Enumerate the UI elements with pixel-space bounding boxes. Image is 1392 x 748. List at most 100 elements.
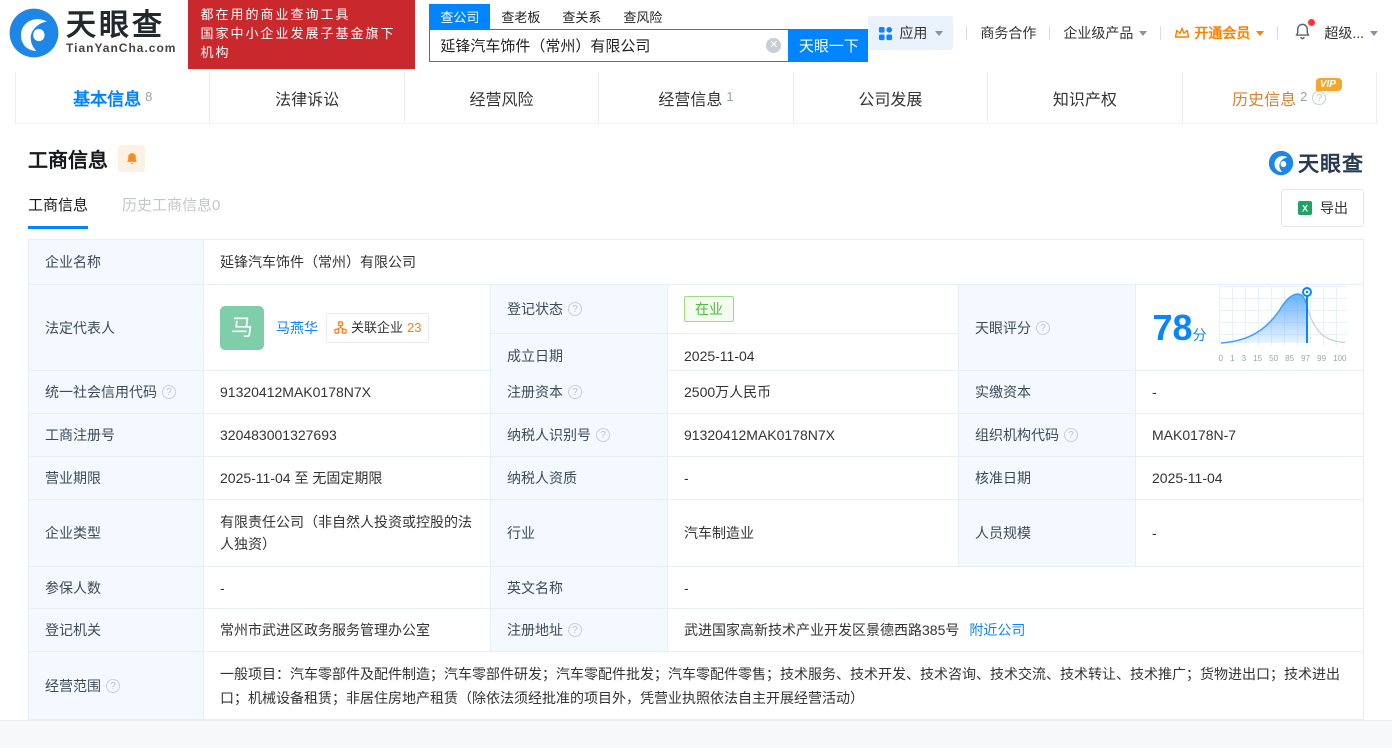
slogan-line2: 国家中小企业发展子基金旗下机构 bbox=[200, 25, 396, 60]
help-icon[interactable]: ? bbox=[568, 623, 582, 637]
chevron-down-icon bbox=[1370, 30, 1378, 36]
field-label: 法定代表人 bbox=[29, 285, 204, 370]
apps-icon bbox=[879, 26, 893, 40]
nearby-companies-link[interactable]: 附近公司 bbox=[969, 619, 1025, 641]
search-tab-risk[interactable]: 查风险 bbox=[612, 4, 673, 29]
subtab-business-registration[interactable]: 工商信息 bbox=[28, 194, 89, 229]
search-tabs: 查公司 查老板 查关系 查风险 bbox=[429, 4, 868, 29]
field-label: 实缴资本 bbox=[959, 371, 1136, 413]
export-button[interactable]: X 导出 bbox=[1281, 189, 1364, 227]
open-vip-link[interactable]: 开通会员 bbox=[1174, 23, 1265, 43]
score-axis-labels: 0 1 3 15 50 85 97 99 100 bbox=[1218, 353, 1347, 363]
tab-intellectual-property[interactable]: 知识产权 bbox=[988, 72, 1183, 123]
table-row: 登记机关 常州市武进区政务服务管理办公室 注册地址? 武进国家高新技术产业开发区… bbox=[29, 609, 1363, 652]
business-info-table: 企业名称 延锋汽车饰件（常州）有限公司 法定代表人 马 马燕华 关联企业 23 bbox=[28, 239, 1364, 720]
help-icon[interactable]: ? bbox=[596, 428, 610, 442]
divider bbox=[966, 26, 968, 40]
field-label: 参保人数 bbox=[29, 567, 204, 608]
field-label: 英文名称 bbox=[491, 567, 668, 608]
status-badge: 在业 bbox=[684, 296, 734, 322]
help-icon[interactable]: ? bbox=[162, 385, 176, 399]
field-label: 统一社会信用代码? bbox=[29, 371, 204, 413]
search-input[interactable] bbox=[429, 29, 790, 62]
reg-number-value: 320483001327693 bbox=[204, 414, 491, 456]
reg-authority-value: 常州市武进区政务服务管理办公室 bbox=[204, 609, 491, 651]
field-label: 人员规模 bbox=[959, 500, 1136, 566]
header: 天眼查 TianYanCha.com 都在用的商业查询工具 国家中小企业发展子基… bbox=[0, 0, 1392, 69]
tab-legal-proceedings[interactable]: 法律诉讼 bbox=[210, 72, 405, 123]
export-label: 导出 bbox=[1320, 200, 1348, 216]
tab-history-info[interactable]: VIP 历史信息 2 ? bbox=[1183, 72, 1377, 123]
logo-domain: TianYanCha.com bbox=[66, 41, 177, 55]
tianyancha-logo-icon bbox=[1268, 150, 1294, 176]
field-label: 纳税人资质 bbox=[491, 457, 668, 499]
industry-value: 汽车制造业 bbox=[668, 500, 959, 566]
help-icon[interactable]: ? bbox=[1064, 428, 1078, 442]
reg-capital-value: 2500万人民币 bbox=[668, 371, 959, 413]
taxpayer-id-value: 91320412MAK0178N7X bbox=[668, 414, 959, 456]
reg-address-value: 武进国家高新技术产业开发区景德西路385号 bbox=[684, 622, 960, 638]
notification-dot bbox=[1308, 19, 1316, 26]
logo-title: 天眼查 bbox=[66, 9, 165, 42]
score-cell: 78分 0 1 3 15 50 85 97 99 100 bbox=[1136, 285, 1363, 370]
tab-operating-risk[interactable]: 经营风险 bbox=[405, 72, 600, 123]
business-term-value: 2025-11-04 至 无固定期限 bbox=[204, 457, 491, 499]
table-row: 经营范围? 一般项目：汽车零部件及配件制造；汽车零部件研发；汽车零配件批发；汽车… bbox=[29, 652, 1363, 719]
chevron-down-icon bbox=[1139, 30, 1148, 36]
org-network-icon bbox=[334, 321, 347, 334]
enterprise-product-menu[interactable]: 企业级产品 bbox=[1063, 23, 1148, 43]
search-button[interactable]: 天眼一下 bbox=[789, 29, 869, 62]
related-companies-badge[interactable]: 关联企业 23 bbox=[326, 312, 430, 343]
score-unit: 分 bbox=[1192, 326, 1207, 343]
search-tab-boss[interactable]: 查老板 bbox=[490, 4, 551, 29]
table-row: 法定代表人 马 马燕华 关联企业 23 登记状态 ? 在业 成立日期 2025-… bbox=[29, 285, 1363, 378]
company-name-value: 延锋汽车饰件（常州）有限公司 bbox=[220, 254, 416, 270]
field-label: 工商注册号 bbox=[29, 414, 204, 456]
paid-capital-value: - bbox=[1152, 384, 1157, 400]
tab-business-info[interactable]: 经营信息 1 bbox=[599, 72, 794, 123]
excel-icon: X bbox=[1298, 201, 1312, 215]
legal-rep-cell: 马 马燕华 关联企业 23 bbox=[204, 285, 491, 370]
svg-text:X: X bbox=[1302, 204, 1308, 214]
search-tab-company[interactable]: 查公司 bbox=[429, 4, 491, 29]
tianyancha-logo[interactable]: 天眼查 TianYanCha.com bbox=[8, 7, 176, 59]
taxpayer-quality-value: - bbox=[668, 457, 959, 499]
avatar[interactable]: 马 bbox=[220, 305, 264, 350]
related-count: 23 bbox=[407, 319, 422, 335]
help-icon[interactable]: ? bbox=[106, 678, 120, 693]
field-label: 注册地址? bbox=[491, 609, 668, 651]
field-label: 纳税人识别号? bbox=[491, 414, 668, 456]
divider bbox=[1277, 26, 1279, 40]
score-distribution-chart: 0 1 3 15 50 85 97 99 100 bbox=[1218, 285, 1347, 370]
monitor-bell-button[interactable] bbox=[118, 145, 145, 172]
tianyancha-watermark: 天眼查 bbox=[1268, 148, 1364, 178]
credit-code-value: 91320412MAK0178N7X bbox=[204, 371, 491, 413]
section-title: 工商信息 bbox=[28, 150, 108, 172]
staff-size-value: - bbox=[1152, 525, 1157, 541]
legal-rep-link[interactable]: 马燕华 bbox=[276, 317, 318, 339]
field-label: 经营范围? bbox=[29, 652, 204, 719]
notifications-button[interactable] bbox=[1293, 19, 1316, 44]
tab-company-development[interactable]: 公司发展 bbox=[794, 72, 989, 123]
super-vip-menu[interactable]: 超级... bbox=[1324, 23, 1378, 43]
business-scope-value: 一般项目：汽车零部件及配件制造；汽车零部件研发；汽车零配件批发；汽车零配件零售；… bbox=[220, 665, 1340, 706]
subtab-history-registration[interactable]: 历史工商信息0 bbox=[122, 194, 220, 229]
help-icon[interactable]: ? bbox=[1036, 320, 1050, 335]
divider bbox=[1160, 26, 1162, 40]
search-tab-relation[interactable]: 查关系 bbox=[551, 4, 612, 29]
field-label: 登记机关 bbox=[29, 609, 204, 651]
apps-menu[interactable]: 应用 bbox=[868, 16, 954, 50]
table-row: 统一社会信用代码? 91320412MAK0178N7X 注册资本? 2500万… bbox=[29, 371, 1363, 414]
field-label: 注册资本? bbox=[491, 371, 668, 413]
help-icon[interactable]: ? bbox=[1312, 90, 1327, 105]
tab-basic-info[interactable]: 基本信息 8 bbox=[16, 72, 211, 123]
help-icon[interactable]: ? bbox=[568, 302, 582, 316]
tianyancha-logo-icon bbox=[9, 8, 59, 58]
business-cooperation-link[interactable]: 商务合作 bbox=[980, 23, 1036, 43]
business-registration-section: 工商信息 天眼查 工商信息 历史工商信息0 X 导出 企业名称 延锋汽车饰件（常… bbox=[0, 144, 1392, 720]
field-label: 核准日期 bbox=[959, 457, 1136, 499]
slogan-banner: 都在用的商业查询工具 国家中小企业发展子基金旗下机构 bbox=[188, 0, 416, 69]
company-nav-tabs: 基本信息 8 法律诉讼 经营风险 经营信息 1 公司发展 知识产权 VIP 历史信息… bbox=[15, 72, 1377, 124]
help-icon[interactable]: ? bbox=[568, 385, 582, 399]
company-type-value: 有限责任公司（非自然人投资或控股的法人独资） bbox=[204, 500, 491, 566]
